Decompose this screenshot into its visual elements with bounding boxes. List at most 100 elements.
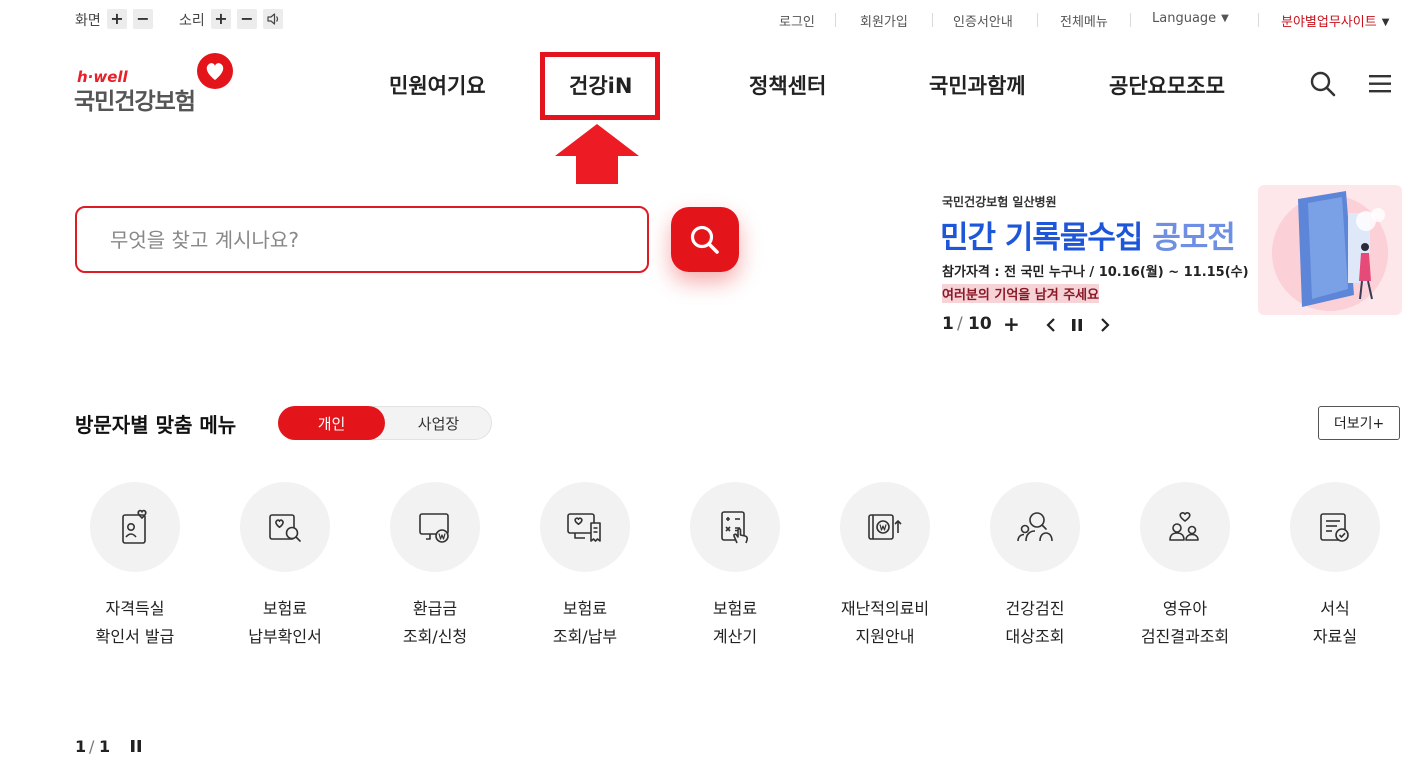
service-label-line2: 계산기	[712, 627, 758, 646]
search-icon	[690, 225, 719, 254]
field-sites-label: 분야별업무사이트	[1281, 15, 1377, 30]
service-icon-circle	[1140, 482, 1230, 572]
service-icon-circle	[690, 482, 780, 572]
calculator-hand-icon	[721, 511, 748, 544]
banner-plus-button[interactable]: +	[1003, 312, 1020, 336]
service-label-line1: 보험료	[262, 599, 308, 618]
menu-pager-separator: /	[89, 737, 95, 756]
nav-civil-service[interactable]: 민원여기요	[389, 70, 486, 100]
banner-page-separator: /	[957, 314, 963, 334]
service-item-catastrophic-medical-support[interactable]: 재난적의료비지원안내	[810, 482, 960, 651]
hamburger-menu-icon[interactable]	[1368, 73, 1392, 95]
service-label-line1: 보험료	[712, 599, 758, 618]
nav-with-citizens[interactable]: 국민과함께	[929, 70, 1026, 100]
service-item-premium-payment[interactable]: 보험료조회/납부	[510, 482, 660, 651]
service-label-line2: 지원안내	[855, 627, 915, 646]
caret-down-icon: ▼	[1221, 13, 1229, 24]
language-label: Language	[1152, 11, 1217, 26]
monitor-won-icon	[419, 513, 449, 543]
divider	[1258, 13, 1259, 27]
service-label: 보험료계산기	[713, 595, 757, 651]
service-icon-circle	[990, 482, 1080, 572]
service-icon-circle	[240, 482, 330, 572]
service-item-premium-calculator[interactable]: 보험료계산기	[660, 482, 810, 651]
service-label-line1: 보험료	[562, 599, 608, 618]
book-illustration-icon	[1258, 185, 1402, 315]
service-label-line1: 재난적의료비	[840, 599, 930, 618]
sound-label: 소리	[179, 13, 205, 29]
wallet-won-icon	[868, 514, 902, 540]
service-label-line2: 대상조회	[1005, 627, 1065, 646]
banner-eligibility: 참가자격 : 전 국민 누구나 / 10.16(월) ~ 11.15(수)	[942, 265, 1249, 280]
service-label-line2: 확인서 발급	[95, 627, 175, 646]
form-check-icon	[1320, 513, 1349, 542]
chevron-left-icon[interactable]	[1044, 317, 1058, 333]
visitor-menu-title: 방문자별 맞춤 메뉴	[75, 413, 237, 437]
service-label: 건강검진대상조회	[1006, 595, 1065, 651]
service-label-line2: 조회/신청	[402, 627, 468, 646]
screen-zoom-in-button[interactable]: +	[107, 9, 127, 29]
people-search-icon	[1017, 512, 1053, 542]
service-label-line1: 환급금	[412, 599, 458, 618]
service-icon-circle	[390, 482, 480, 572]
document-search-icon	[269, 514, 301, 542]
certificate-guide-link[interactable]: 인증서안내	[953, 11, 1013, 30]
id-card-heart-icon	[122, 509, 147, 544]
pause-icon[interactable]	[1070, 317, 1084, 333]
service-item-forms-library[interactable]: 서식자료실	[1260, 482, 1410, 651]
service-item-infant-checkup-results[interactable]: 영유아 검진결과조회	[1110, 482, 1260, 651]
divider	[1130, 13, 1131, 27]
service-label-line1: 건강검진	[1005, 599, 1065, 618]
banner-title-main: 민간 기록물수집	[940, 220, 1143, 256]
monitor-receipt-icon	[567, 513, 601, 542]
tab-individual[interactable]: 개인	[278, 406, 385, 440]
parent-child-heart-icon	[1169, 512, 1199, 541]
promo-banner[interactable]: 국민건강보험 일산병원 민간 기록물수집 공모전 참가자격 : 전 국민 누구나…	[938, 185, 1402, 315]
pause-icon[interactable]	[129, 739, 143, 753]
service-item-refund-inquiry[interactable]: 환급금조회/신청	[360, 482, 510, 651]
speaker-button[interactable]	[263, 9, 283, 29]
service-label: 환급금조회/신청	[403, 595, 467, 651]
banner-page-total: 10	[968, 314, 992, 334]
menu-pager-total: 1	[99, 737, 111, 756]
screen-size-label: 화면	[75, 13, 101, 29]
speaker-icon	[266, 13, 278, 25]
service-item-health-checkup-eligibility[interactable]: 건강검진대상조회	[960, 482, 1110, 651]
service-item-premium-payment-certificate[interactable]: 보험료납부확인서	[210, 482, 360, 651]
service-icon-circle	[540, 482, 630, 572]
menu-pager-current: 1	[75, 737, 87, 756]
caret-down-icon: ▼	[1381, 17, 1390, 28]
all-menu-link[interactable]: 전체메뉴	[1060, 11, 1108, 30]
screen-zoom-out-button[interactable]: −	[133, 9, 153, 29]
search-icon[interactable]	[1309, 70, 1337, 98]
banner-org: 국민건강보험 일산병원	[942, 195, 1057, 209]
logo-text: 국민건강보험	[74, 89, 196, 115]
search-input[interactable]	[108, 226, 612, 253]
service-label-line1: 자격득실	[105, 599, 165, 618]
service-label-line2: 납부확인서	[248, 627, 322, 646]
signup-link[interactable]: 회원가입	[860, 11, 908, 30]
chevron-right-icon[interactable]	[1098, 317, 1112, 333]
volume-up-button[interactable]: +	[211, 9, 231, 29]
volume-down-button[interactable]: −	[237, 9, 257, 29]
more-button[interactable]: 더보기+	[1318, 406, 1400, 440]
field-sites-dropdown[interactable]: 분야별업무사이트 ▼	[1281, 11, 1389, 30]
up-arrow-annotation-icon	[555, 124, 639, 184]
divider	[835, 13, 836, 27]
language-dropdown[interactable]: Language ▼	[1152, 11, 1229, 26]
tab-business[interactable]: 사업장	[385, 406, 492, 440]
service-label: 보험료조회/납부	[553, 595, 617, 651]
service-label-line2: 조회/납부	[552, 627, 618, 646]
service-label: 보험료납부확인서	[248, 595, 322, 651]
service-label-line2: 자료실	[1312, 627, 1358, 646]
service-item-qualification-certificate[interactable]: 자격득실확인서 발급	[60, 482, 210, 651]
service-label-line1: 서식	[1320, 599, 1350, 618]
search-button[interactable]	[671, 207, 739, 272]
nav-policy-center[interactable]: 정책센터	[749, 70, 826, 100]
service-label: 서식자료실	[1313, 595, 1357, 651]
divider	[932, 13, 933, 27]
login-link[interactable]: 로그인	[779, 11, 815, 30]
banner-title-sub: 공모전	[1152, 220, 1236, 256]
divider	[1037, 13, 1038, 27]
nav-corporation-info[interactable]: 공단요모조모	[1109, 70, 1225, 100]
